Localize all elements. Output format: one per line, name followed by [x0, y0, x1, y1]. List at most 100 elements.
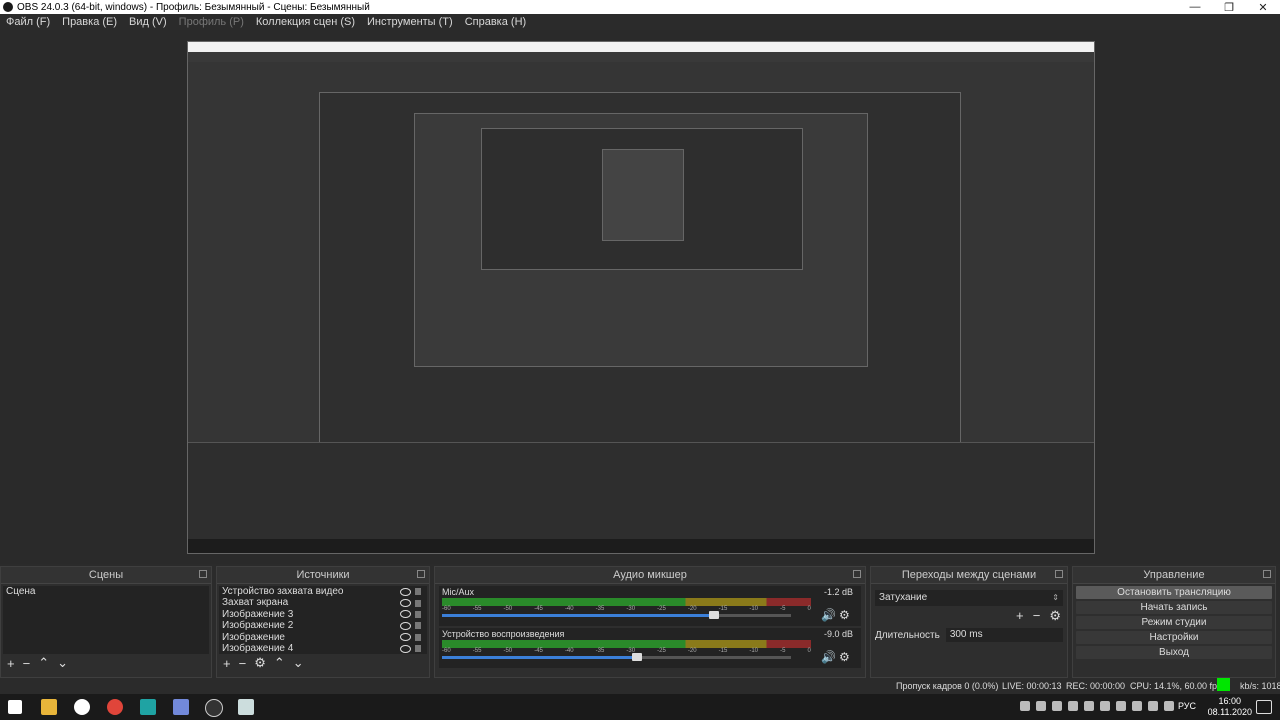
- mixer-channel-mic: Mic/Aux -1.2 dB -60 -55 -50 -45 -40 -35 -30 -25…: [439, 586, 861, 626]
- remove-transition-icon[interactable]: −: [1033, 608, 1041, 623]
- controls-dock: Управление Остановить трансляцию Начать …: [1072, 566, 1276, 678]
- tray-icon[interactable]: [1100, 701, 1110, 711]
- volume-slider[interactable]: [442, 611, 791, 619]
- duration-input[interactable]: 300 ms: [945, 628, 1063, 642]
- volume-icon[interactable]: [1164, 701, 1174, 711]
- menu-file[interactable]: Файл (F): [6, 16, 50, 28]
- notification-icon[interactable]: [1256, 700, 1272, 714]
- battery-icon[interactable]: [1132, 701, 1142, 711]
- eye-icon[interactable]: [400, 610, 411, 619]
- remove-scene-icon[interactable]: −: [23, 656, 31, 671]
- start-recording-button[interactable]: Начать запись: [1076, 601, 1272, 614]
- transitions-dock: Переходы между сценами Затухание ⇕ + − ⚙…: [870, 566, 1068, 678]
- source-item[interactable]: Изображение 4: [219, 643, 427, 654]
- tick-label: -30: [626, 606, 636, 612]
- speaker-icon[interactable]: 🔊: [821, 608, 836, 622]
- tray-icon[interactable]: [1116, 701, 1126, 711]
- app-icon[interactable]: [238, 699, 254, 715]
- undock-icon[interactable]: [417, 570, 425, 578]
- minimize-button[interactable]: —: [1178, 1, 1212, 14]
- tick-label: -20: [687, 606, 697, 612]
- nested-capture-level-5: [602, 149, 684, 241]
- lock-icon[interactable]: [415, 633, 421, 641]
- source-properties-icon[interactable]: ⚙: [254, 655, 266, 671]
- tray-icon[interactable]: [1036, 701, 1046, 711]
- exit-button[interactable]: Выход: [1076, 646, 1272, 659]
- source-item[interactable]: Захват экрана: [219, 597, 427, 608]
- cpu-usage: CPU: 14.1%, 60.00 fps: [1130, 681, 1222, 691]
- language-indicator[interactable]: РУС: [1178, 701, 1196, 711]
- network-icon[interactable]: [1148, 701, 1158, 711]
- tray-icon[interactable]: [1052, 701, 1062, 711]
- slider-thumb[interactable]: [709, 611, 720, 619]
- nested-capture-level-2: [319, 92, 961, 454]
- tray-icon[interactable]: [1068, 701, 1078, 711]
- gear-icon[interactable]: ⚙: [839, 650, 851, 664]
- undock-icon[interactable]: [1055, 570, 1063, 578]
- move-up-icon[interactable]: ⌃: [274, 655, 285, 671]
- eye-icon[interactable]: [400, 633, 411, 642]
- scene-item[interactable]: Сцена: [3, 586, 209, 597]
- menu-view[interactable]: Вид (V): [129, 16, 167, 28]
- menu-help[interactable]: Справка (H): [465, 16, 526, 28]
- lock-icon[interactable]: [415, 588, 421, 596]
- studio-mode-button[interactable]: Режим студии: [1076, 616, 1272, 629]
- yandex-browser-icon[interactable]: [74, 699, 90, 715]
- tick-label: -40: [564, 648, 574, 654]
- stop-streaming-button[interactable]: Остановить трансляцию: [1076, 586, 1272, 599]
- source-item[interactable]: Изображение 3: [219, 609, 427, 620]
- chrome-icon[interactable]: [107, 699, 123, 715]
- move-down-icon[interactable]: ⌄: [293, 655, 304, 671]
- preview-canvas[interactable]: [0, 30, 1280, 564]
- lock-icon[interactable]: [415, 610, 421, 618]
- file-explorer-icon[interactable]: [41, 699, 57, 715]
- slider-thumb[interactable]: [632, 653, 643, 661]
- gear-icon[interactable]: ⚙: [1049, 608, 1061, 623]
- windows-start-icon[interactable]: [8, 700, 22, 714]
- add-source-icon[interactable]: +: [223, 656, 231, 671]
- lock-icon[interactable]: [415, 622, 421, 630]
- speaker-icon[interactable]: 🔊: [821, 650, 836, 664]
- menu-edit[interactable]: Правка (E): [62, 16, 117, 28]
- add-scene-icon[interactable]: +: [7, 656, 15, 671]
- eye-icon[interactable]: [400, 599, 411, 608]
- close-button[interactable]: ✕: [1246, 1, 1280, 14]
- tick-label: -25: [657, 648, 666, 654]
- tray-icon[interactable]: [1084, 701, 1094, 711]
- gear-icon[interactable]: ⚙: [839, 608, 851, 622]
- meter-ticks: -60 -55 -50 -45 -40 -35 -30 -25 -20 -15 -10 -5 0: [442, 606, 811, 612]
- menu-scene-collection[interactable]: Коллекция сцен (S): [256, 16, 355, 28]
- eye-icon[interactable]: [400, 644, 411, 653]
- source-item[interactable]: Устройство захвата видео: [219, 586, 427, 597]
- status-bar: Пропуск кадров 0 (0.0%) LIVE: 00:00:13 R…: [0, 678, 1280, 692]
- discord-icon[interactable]: [173, 699, 189, 715]
- undock-icon[interactable]: [199, 570, 207, 578]
- lock-icon[interactable]: [415, 645, 421, 653]
- source-item[interactable]: Изображение: [219, 632, 427, 643]
- transition-select[interactable]: Затухание ⇕: [875, 590, 1063, 606]
- nested-titlebar: [188, 42, 1094, 52]
- app-icon[interactable]: [140, 699, 156, 715]
- eye-icon[interactable]: [400, 587, 411, 596]
- undock-icon[interactable]: [853, 570, 861, 578]
- tick-label: -10: [749, 606, 759, 612]
- volume-slider[interactable]: [442, 653, 791, 661]
- scenes-dock: Сцены Сцена + − ⌃ ⌄: [0, 566, 212, 678]
- eye-icon[interactable]: [400, 621, 411, 630]
- menu-tools[interactable]: Инструменты (T): [367, 16, 453, 28]
- tick-label: -50: [503, 606, 513, 612]
- remove-source-icon[interactable]: −: [239, 656, 247, 671]
- tick-label: -20: [687, 648, 697, 654]
- clock[interactable]: 16:00 08.11.2020: [1208, 696, 1252, 718]
- settings-button[interactable]: Настройки: [1076, 631, 1272, 644]
- move-down-icon[interactable]: ⌄: [57, 655, 68, 671]
- maximize-button[interactable]: ❐: [1212, 1, 1246, 14]
- undock-icon[interactable]: [1263, 570, 1271, 578]
- source-item[interactable]: Изображение 2: [219, 620, 427, 631]
- lock-icon[interactable]: [415, 599, 421, 607]
- add-transition-icon[interactable]: +: [1016, 608, 1024, 623]
- obs-icon[interactable]: [205, 699, 223, 717]
- scenes-list: Сцена: [3, 586, 209, 654]
- microphone-icon[interactable]: [1020, 701, 1030, 711]
- move-up-icon[interactable]: ⌃: [38, 655, 49, 671]
